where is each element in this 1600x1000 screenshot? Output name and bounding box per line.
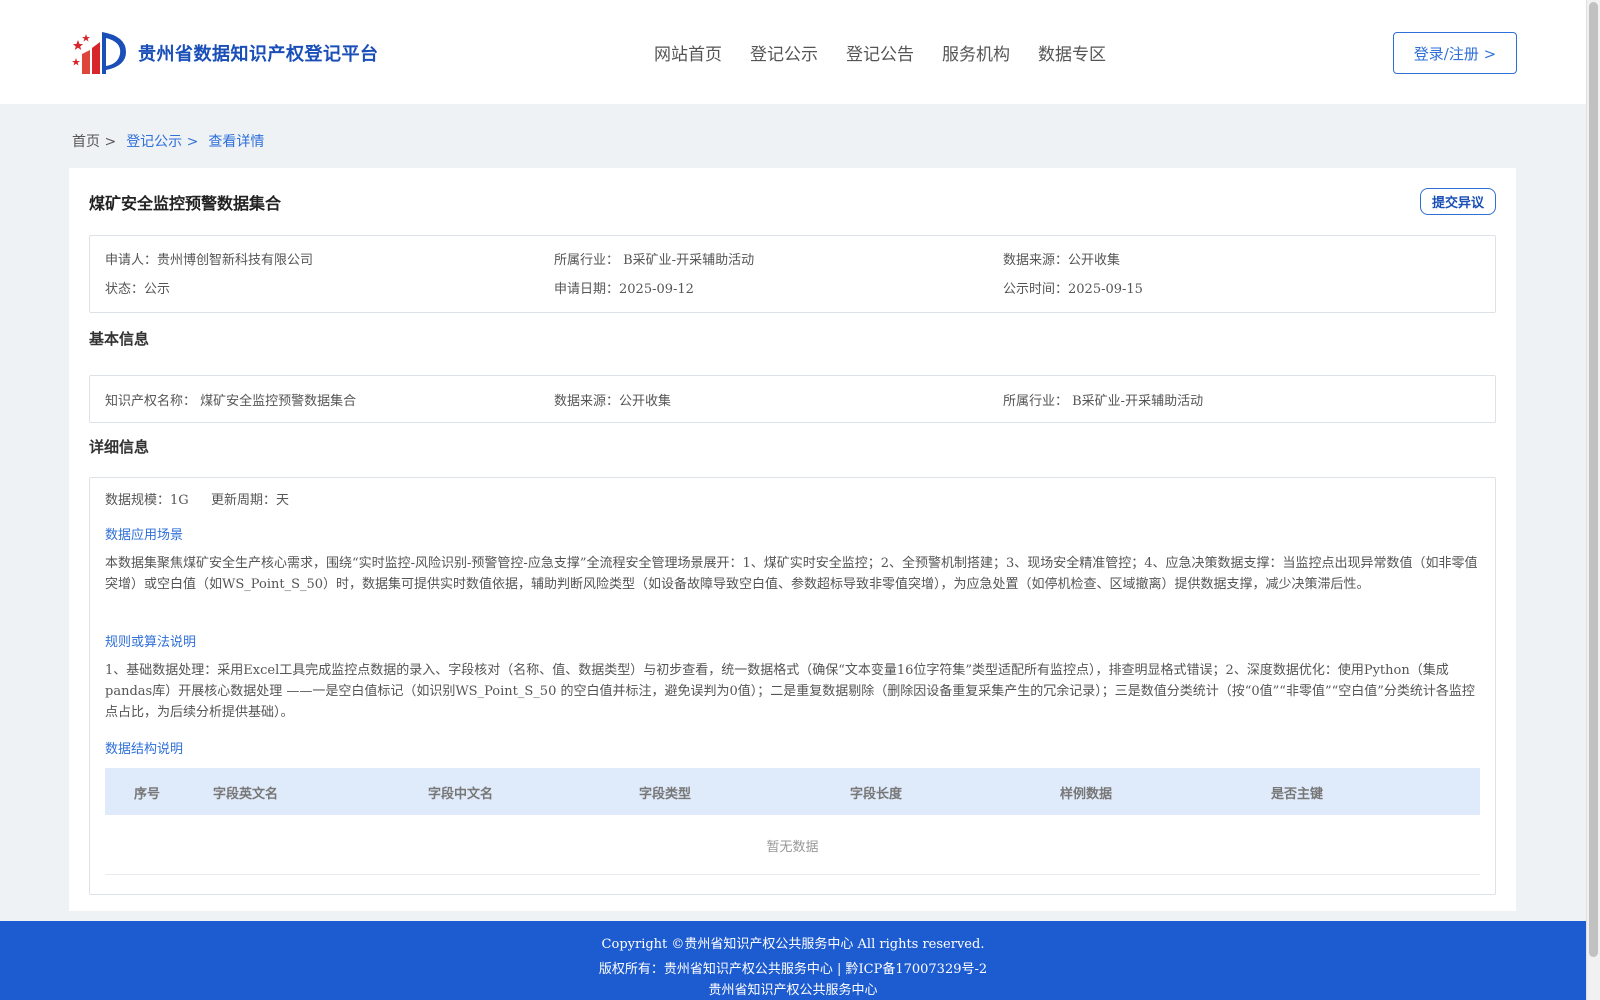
col-field-type: 字段类型 [639,787,692,802]
source-field: 数据来源：公开收集 [1003,253,1121,268]
site-logo[interactable]: 贵州省数据知识产权登记平台 [72,28,379,78]
breadcrumb-home[interactable]: 首页 > [72,131,116,151]
footer-rights: 版权所有：贵州省知识产权公共服务中心 | 黔ICP备17007329号-2 [598,962,988,977]
update-cycle-field: 更新周期：天 [211,493,290,508]
table-empty-text: 暂无数据 [766,840,819,855]
col-primary-key: 是否主键 [1271,787,1324,802]
logo-emblem-icon [72,32,126,74]
data-scale-field: 数据规模：1G [105,493,189,508]
submit-objection-button[interactable]: 提交异议 [1420,188,1496,215]
col-chinese-name: 字段中文名 [428,787,494,802]
scenario-heading: 数据应用场景 [105,528,184,543]
page-title: 煤矿安全监控预警数据集合 [89,194,282,213]
ip-name-field: 知识产权名称： 煤矿安全监控预警数据集合 [105,394,357,409]
col-field-length: 字段长度 [850,787,903,802]
table-divider [105,874,1480,875]
breadcrumb: 首页 > 登记公示 > 查看详情 [72,131,274,151]
nav-service-agencies[interactable]: 服务机构 [942,40,1010,65]
basic-industry-field: 所属行业： B采矿业-开采辅助活动 [1003,394,1204,409]
page-footer: Copyright ©贵州省知识产权公共服务中心 All rights rese… [0,921,1586,1000]
publish-date-field: 公示时间：2025-09-15 [1003,282,1143,297]
breadcrumb-current[interactable]: 查看详情 [208,131,264,151]
detail-info-box: 数据规模：1G 更新周期：天 数据应用场景 本数据集聚焦煤矿安全生产核心需求，围… [89,477,1496,895]
basic-info-heading: 基本信息 [89,330,150,348]
nav-home[interactable]: 网站首页 [654,40,722,65]
structure-heading: 数据结构说明 [105,742,184,757]
basic-source-field: 数据来源：公开收集 [554,394,672,409]
status-field: 状态：公示 [105,282,171,297]
page-scrollbar[interactable] [1586,0,1600,1000]
nav-registration-announcement[interactable]: 登记公告 [846,40,914,65]
record-summary-box: 申请人：贵州博创智新科技有限公司 所属行业： B采矿业-开采辅助活动 数据来源：… [89,235,1496,313]
main-nav: 网站首页 登记公示 登记公告 服务机构 数据专区 [654,40,1134,65]
rules-text: 1、基础数据处理：采用Excel工具完成监控点数据的录入、字段核对（名称、值、数… [105,663,1475,720]
structure-table-header: 序号 字段英文名 字段中文名 字段类型 字段长度 样例数据 是否主键 [105,768,1480,815]
basic-info-box: 知识产权名称： 煤矿安全监控预警数据集合 数据来源：公开收集 所属行业： B采矿… [89,375,1496,423]
scrollbar-thumb[interactable] [1589,2,1598,957]
col-english-name: 字段英文名 [213,787,279,802]
detail-card: 煤矿安全监控预警数据集合 提交异议 申请人：贵州博创智新科技有限公司 所属行业：… [69,168,1516,911]
col-sample-data: 样例数据 [1060,787,1113,802]
footer-copyright: Copyright ©贵州省知识产权公共服务中心 All rights rese… [601,937,985,952]
footer-org: 贵州省知识产权公共服务中心 [708,983,878,998]
col-index: 序号 [134,787,161,802]
applicant-field: 申请人：贵州博创智新科技有限公司 [105,253,314,268]
nav-registration-publicity[interactable]: 登记公示 [750,40,818,65]
scenario-text: 本数据集聚焦煤矿安全生产核心需求，围绕“实时监控-风险识别-预警管控-应急支撑”… [105,556,1478,592]
nav-data-zone[interactable]: 数据专区 [1038,40,1106,65]
site-title: 贵州省数据知识产权登记平台 [138,44,379,65]
top-header: 贵州省数据知识产权登记平台 网站首页 登记公示 登记公告 服务机构 数据专区 登… [0,0,1586,104]
detail-info-heading: 详细信息 [89,438,150,456]
apply-date-field: 申请日期：2025-09-12 [554,282,694,297]
industry-field: 所属行业： B采矿业-开采辅助活动 [554,253,755,268]
login-register-button[interactable]: 登录/注册 > [1393,32,1517,74]
breadcrumb-section[interactable]: 登记公示 > [126,131,198,151]
rules-heading: 规则或算法说明 [105,635,197,650]
